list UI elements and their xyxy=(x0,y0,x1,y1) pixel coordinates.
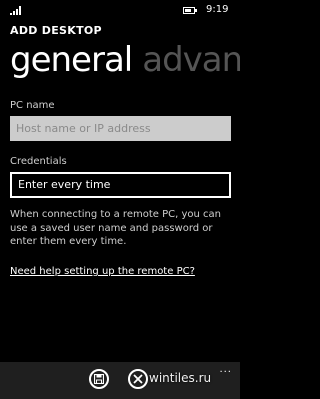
status-bar: 9:19 xyxy=(0,0,240,20)
watermark: wintiles.ru xyxy=(149,371,212,385)
credentials-picker[interactable]: Enter every time xyxy=(10,172,231,198)
signal-icon xyxy=(10,6,24,15)
pc-name-label: PC name xyxy=(10,100,55,111)
save-button[interactable] xyxy=(89,369,109,389)
pc-name-input[interactable] xyxy=(10,116,231,141)
cancel-icon xyxy=(133,374,143,384)
credentials-help-text: When connecting to a remote PC, you can … xyxy=(10,209,221,247)
credentials-value: Enter every time xyxy=(18,178,111,191)
pivot-header: generaladvanced xyxy=(10,40,240,80)
tab-general[interactable]: general xyxy=(10,40,133,80)
app-bar: wintiles.ru ... xyxy=(0,362,240,399)
save-icon xyxy=(94,374,104,384)
tab-advanced[interactable]: advanced xyxy=(142,40,240,80)
app-title: ADD DESKTOP xyxy=(10,24,102,37)
credentials-label: Credentials xyxy=(10,156,67,167)
help-link[interactable]: Need help setting up the remote PC? xyxy=(10,265,195,278)
battery-icon xyxy=(183,7,197,14)
cancel-button[interactable] xyxy=(128,369,148,389)
clock: 9:19 xyxy=(206,4,229,15)
more-button[interactable]: ... xyxy=(219,364,232,375)
